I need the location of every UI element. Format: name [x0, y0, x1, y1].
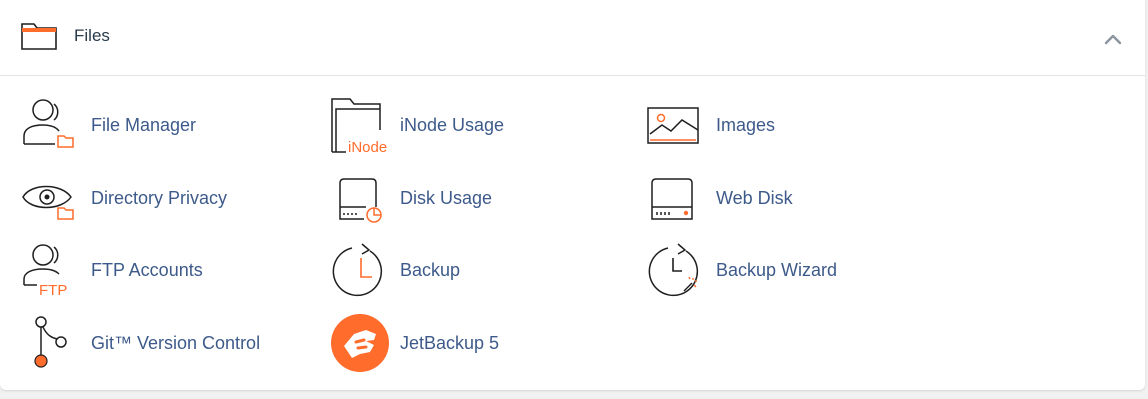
backup-wizard-link[interactable]: Backup Wizard	[646, 241, 936, 301]
item-label: Backup	[400, 260, 461, 280]
folder-icon	[21, 23, 57, 50]
disk-usage-icon	[339, 178, 382, 223]
files-panel: Files File Manager iNode iNode Usage Ima…	[0, 0, 1145, 390]
ftp-accounts-link[interactable]: FTP FTP Accounts	[21, 241, 311, 301]
panel-header[interactable]: Files	[0, 0, 1145, 76]
svg-text:FTP: FTP	[39, 282, 67, 299]
chevron-up-icon	[1104, 34, 1122, 45]
file-manager-link[interactable]: File Manager	[21, 96, 311, 156]
web-disk-icon	[651, 178, 693, 220]
item-label: Images	[716, 115, 776, 135]
jetbackup-icon	[331, 314, 389, 372]
item-label: Disk Usage	[400, 188, 493, 208]
item-label: Web Disk	[716, 188, 793, 208]
ftp-accounts-icon: FTP	[23, 244, 67, 299]
images-link[interactable]: Images	[646, 96, 936, 156]
item-label: Git™ Version Control	[91, 333, 261, 353]
panel-title: Files	[74, 26, 110, 45]
jetbackup-link[interactable]: JetBackup 5	[330, 314, 620, 374]
item-label: JetBackup 5	[400, 333, 500, 353]
item-label: File Manager	[91, 115, 197, 135]
item-label: FTP Accounts	[91, 260, 203, 280]
inode-usage-link[interactable]: iNode iNode Usage	[330, 96, 620, 156]
svg-text:iNode: iNode	[348, 139, 387, 156]
collapse-button[interactable]	[1100, 26, 1126, 52]
disk-usage-link[interactable]: Disk Usage	[330, 169, 620, 229]
backup-wizard-icon	[648, 243, 699, 297]
backup-icon	[332, 243, 383, 297]
file-manager-icon	[23, 99, 74, 148]
item-label: Directory Privacy	[91, 188, 228, 208]
directory-privacy-icon	[22, 185, 74, 220]
git-version-control-link[interactable]: Git™ Version Control	[21, 314, 311, 374]
images-icon	[647, 107, 699, 144]
directory-privacy-link[interactable]: Directory Privacy	[21, 169, 311, 229]
inode-usage-icon: iNode	[331, 98, 387, 156]
web-disk-link[interactable]: Web Disk	[646, 169, 936, 229]
item-label: Backup Wizard	[716, 260, 838, 280]
item-label: iNode Usage	[400, 115, 505, 135]
git-version-control-icon	[34, 316, 67, 368]
backup-link[interactable]: Backup	[330, 241, 620, 301]
